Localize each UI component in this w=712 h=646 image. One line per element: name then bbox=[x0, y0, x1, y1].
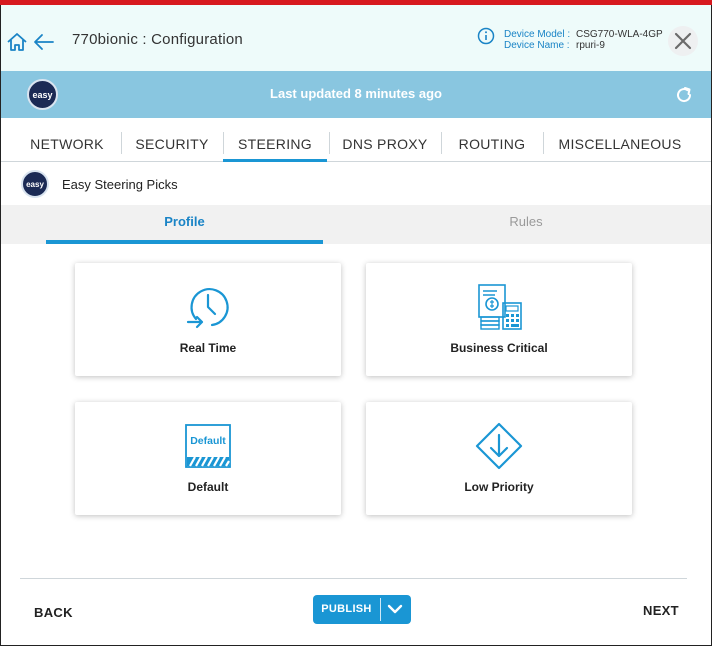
back-arrow-icon[interactable] bbox=[33, 31, 55, 53]
chevron-down-icon[interactable] bbox=[386, 602, 404, 616]
default-badge-icon: Default bbox=[185, 424, 231, 468]
svg-text:Default: Default bbox=[190, 435, 226, 447]
tab-divider bbox=[543, 132, 544, 154]
info-icon bbox=[477, 27, 495, 45]
home-icon[interactable] bbox=[6, 31, 28, 53]
profile-card-low-priority[interactable]: Low Priority bbox=[366, 402, 632, 515]
card-label: Default bbox=[187, 480, 229, 494]
publish-label: PUBLISH bbox=[321, 603, 372, 615]
tab-divider bbox=[121, 132, 122, 154]
tab-miscellaneous[interactable]: MISCELLANEOUS bbox=[545, 124, 695, 162]
close-icon bbox=[674, 32, 692, 50]
tab-profile[interactable]: Profile bbox=[46, 205, 323, 244]
tab-steering[interactable]: STEERING bbox=[223, 124, 327, 162]
footer-divider bbox=[20, 578, 687, 579]
refresh-icon[interactable] bbox=[674, 85, 694, 105]
device-name-value: rpuri-9 bbox=[576, 40, 605, 51]
close-button[interactable] bbox=[668, 26, 698, 56]
section-header: easy Easy Steering Picks bbox=[1, 163, 711, 205]
profile-card-real-time[interactable]: Real Time bbox=[75, 263, 341, 376]
header: 770bionic : Configuration Device Model :… bbox=[1, 5, 711, 71]
publish-divider bbox=[380, 598, 381, 621]
next-button[interactable]: NEXT bbox=[643, 603, 679, 618]
section-title: Easy Steering Picks bbox=[62, 177, 178, 192]
card-label: Business Critical bbox=[450, 341, 548, 355]
tab-divider bbox=[441, 132, 442, 154]
profile-card-business-critical[interactable]: Business Critical bbox=[366, 263, 632, 376]
tab-routing[interactable]: ROUTING bbox=[443, 124, 541, 162]
card-label: Low Priority bbox=[464, 480, 534, 494]
back-button[interactable]: BACK bbox=[34, 605, 73, 620]
clock-arrow-icon bbox=[186, 288, 229, 329]
documents-calculator-icon bbox=[478, 284, 522, 330]
diamond-down-arrow-icon bbox=[475, 422, 523, 470]
device-model-label: Device Model : bbox=[504, 29, 571, 40]
main-tabs: NETWORK SECURITY STEERING DNS PROXY ROUT… bbox=[1, 124, 711, 162]
status-bar: easy Last updated 8 minutes ago bbox=[1, 71, 711, 118]
tab-security[interactable]: SECURITY bbox=[123, 124, 221, 162]
device-info-labels: Device Model : Device Name : bbox=[504, 29, 570, 51]
tab-divider bbox=[329, 132, 330, 154]
sub-tabs: Profile Rules bbox=[1, 205, 711, 244]
publish-button[interactable]: PUBLISH bbox=[313, 595, 411, 624]
device-info-values: CSG770-WLA-4GP rpuri-9 bbox=[576, 29, 663, 51]
tab-rules[interactable]: Rules bbox=[389, 205, 663, 244]
device-name-label: Device Name : bbox=[504, 40, 570, 51]
page-title: 770bionic : Configuration bbox=[72, 31, 243, 48]
easy-logo-small: easy bbox=[21, 170, 49, 198]
device-model-value: CSG770-WLA-4GP bbox=[576, 29, 663, 40]
tab-dns-proxy[interactable]: DNS PROXY bbox=[331, 124, 439, 162]
last-updated-text: Last updated 8 minutes ago bbox=[270, 86, 442, 101]
profile-card-default[interactable]: Default Default bbox=[75, 402, 341, 515]
tab-network[interactable]: NETWORK bbox=[15, 124, 119, 162]
card-label: Real Time bbox=[179, 341, 237, 355]
